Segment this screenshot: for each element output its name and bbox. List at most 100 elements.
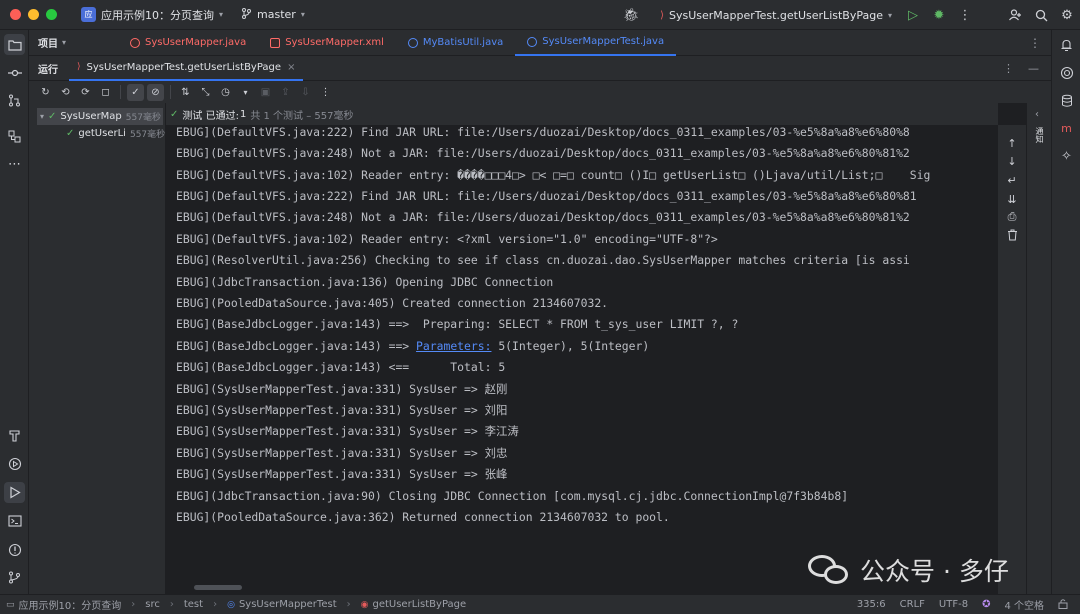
- history-icon[interactable]: ◷: [217, 84, 234, 101]
- wechat-logo-icon: [808, 553, 852, 587]
- more-tabs-icon[interactable]: ⋮: [1029, 36, 1041, 50]
- code-style-icon[interactable]: ✪: [982, 599, 990, 610]
- terminal-icon[interactable]: [4, 510, 25, 531]
- project-panel-header[interactable]: 项目 ▾: [29, 30, 118, 56]
- right-tool-stripe: m ✧: [1051, 30, 1080, 594]
- rerun-icon[interactable]: ↻: [37, 84, 54, 101]
- chevron-down-icon[interactable]: ▾: [237, 84, 254, 101]
- database-icon[interactable]: [1056, 90, 1077, 111]
- scroll-down-icon[interactable]: ↓: [1004, 153, 1020, 169]
- xml-icon: [270, 37, 281, 48]
- ai-assistant-icon[interactable]: [1056, 62, 1077, 83]
- cursor-position[interactable]: 335:6: [857, 599, 886, 610]
- indent-setting[interactable]: 4 个空格: [1004, 597, 1044, 612]
- status-bar: ▭ 应用示例10：分页查询 › src › test › ◎ SysUserMa…: [0, 594, 1080, 614]
- lock-icon[interactable]: [1058, 598, 1068, 612]
- problems-icon[interactable]: [4, 539, 25, 560]
- breadcrumb-item[interactable]: SysUserMapperTest: [239, 599, 337, 610]
- tab-label: SysUserMapperTest.java: [542, 36, 665, 47]
- version-control-icon[interactable]: [4, 567, 25, 588]
- tree-root-node[interactable]: ▾ ✓ SysUserMap 557毫秒: [37, 108, 163, 125]
- test-config-icon: ⟩: [77, 62, 81, 72]
- scroll-to-end-icon[interactable]: ⇊: [1004, 191, 1020, 207]
- tab-sysusermapper-java[interactable]: SysUserMapper.java: [118, 30, 258, 56]
- commit-icon[interactable]: [4, 62, 25, 83]
- rerun-failed-icon[interactable]: ⟲: [57, 84, 74, 101]
- project-selector[interactable]: 应 应用示例10：分页查询 ▾: [81, 7, 223, 23]
- clear-trash-icon[interactable]: [1004, 227, 1020, 243]
- console-line: EBUG](ResolverUtil.java:256) Checking to…: [176, 253, 910, 267]
- collapse-icon[interactable]: ⤡: [197, 84, 214, 101]
- console-line: EBUG](DefaultVFS.java:248) Not a JAR: fi…: [176, 146, 910, 160]
- breadcrumb-item[interactable]: src: [145, 599, 160, 610]
- parameters-link[interactable]: Parameters:: [416, 339, 491, 353]
- rerun-auto-icon[interactable]: ⟳: [77, 84, 94, 101]
- tab-mybatisutil-java[interactable]: MyBatisUtil.java: [396, 30, 515, 56]
- add-user-icon[interactable]: [1002, 2, 1028, 28]
- breadcrumb-item[interactable]: test: [184, 599, 203, 610]
- run-tool-icon[interactable]: [4, 482, 25, 503]
- console-line-text: EBUG](BaseJdbcLogger.java:143) ==>: [176, 339, 417, 353]
- print-icon[interactable]: ⎙: [1004, 209, 1020, 225]
- project-badge: 应: [81, 7, 96, 22]
- build-hammer-icon[interactable]: [4, 425, 25, 446]
- branch-name: master: [257, 8, 296, 21]
- chevron-down-icon: ▾: [62, 38, 67, 47]
- notifications-bell-icon[interactable]: [1056, 34, 1077, 55]
- breadcrumb-item[interactable]: getUserListByPage: [372, 599, 466, 610]
- console-output[interactable]: EBUG](DefaultVFS.java:222) Find JAR URL:…: [166, 125, 998, 594]
- debug-bug-icon[interactable]: 🐞︎: [618, 2, 644, 28]
- more-actions-icon[interactable]: ⋮: [952, 2, 978, 28]
- more-icon[interactable]: ⋮: [317, 84, 334, 101]
- project-folder-icon[interactable]: [4, 34, 25, 55]
- run-tab-label: SysUserMapperTest.getUserListByPage: [86, 61, 282, 73]
- minimize-panel-icon[interactable]: —: [1028, 62, 1039, 75]
- chevron-left-icon[interactable]: ‹: [1035, 109, 1039, 120]
- chevron-down-icon: ▾: [887, 10, 892, 20]
- console-line: EBUG](JdbcTransaction.java:90) Closing J…: [176, 489, 849, 503]
- tab-sysusermapper-xml[interactable]: SysUserMapper.xml: [258, 30, 396, 56]
- structure-icon[interactable]: [4, 126, 25, 147]
- console-line: EBUG](PooledDataSource.java:405) Created…: [176, 296, 609, 310]
- services-icon[interactable]: [4, 453, 25, 474]
- gradle-icon[interactable]: ✧: [1056, 146, 1077, 167]
- show-passed-icon[interactable]: ✓: [127, 83, 144, 101]
- soft-wrap-icon[interactable]: ↵: [1004, 172, 1020, 188]
- console-line: EBUG](BaseJdbcLogger.java:143) <== Total…: [176, 360, 506, 374]
- show-ignored-icon[interactable]: ⊘: [147, 83, 164, 101]
- test-class-icon: [527, 36, 538, 47]
- run-tab[interactable]: ⟩ SysUserMapperTest.getUserListByPage ×: [69, 56, 304, 81]
- run-config-selector[interactable]: ⟩ SysUserMapperTest.getUserListByPage ▾: [660, 9, 892, 22]
- test-passed-icon: ✓: [48, 111, 57, 122]
- console-line: EBUG](DefaultVFS.java:248) Not a JAR: fi…: [176, 210, 910, 224]
- search-icon[interactable]: [1028, 2, 1054, 28]
- close-window-button[interactable]: [10, 9, 21, 20]
- breadcrumb-item[interactable]: 应用示例10：分页查询: [19, 597, 122, 612]
- tree-child-node[interactable]: ✓ getUserLi 557毫秒: [66, 125, 165, 142]
- tab-label: SysUserMapper.java: [145, 37, 247, 48]
- close-icon[interactable]: ×: [287, 62, 295, 73]
- horizontal-scrollbar[interactable]: [194, 585, 242, 590]
- pull-requests-icon[interactable]: [4, 90, 25, 111]
- notifications-side-panel: ‹ 通知: [1026, 103, 1051, 594]
- branch-selector[interactable]: master ▾: [241, 7, 305, 22]
- expand-chevron-icon[interactable]: ▾: [40, 112, 44, 121]
- scroll-up-icon[interactable]: ↑: [1004, 135, 1020, 151]
- notifications-vertical-label[interactable]: 通知: [1034, 127, 1045, 143]
- debug-icon[interactable]: ✹: [926, 2, 952, 28]
- tab-sysusermappertest-java[interactable]: SysUserMapperTest.java: [515, 29, 677, 56]
- sort-icon[interactable]: ⇅: [177, 84, 194, 101]
- maximize-window-button[interactable]: [46, 9, 57, 20]
- settings-gear-icon[interactable]: ⚙: [1054, 2, 1080, 28]
- more-options-icon[interactable]: ⋮: [1003, 62, 1014, 75]
- breadcrumb-separator: ›: [213, 599, 218, 610]
- stop-icon[interactable]: ◻: [97, 84, 114, 101]
- run-icon[interactable]: ▷: [900, 2, 926, 28]
- maven-icon[interactable]: m: [1056, 118, 1077, 139]
- minimize-window-button[interactable]: [28, 9, 39, 20]
- chevron-down-icon: ▾: [219, 10, 224, 19]
- test-status-line: ✓ 测试 已通过: 1 共 1 个测试 – 557毫秒: [166, 103, 998, 125]
- line-ending[interactable]: CRLF: [900, 599, 925, 610]
- more-tools-icon[interactable]: ⋯: [4, 154, 25, 175]
- file-encoding[interactable]: UTF-8: [939, 599, 968, 610]
